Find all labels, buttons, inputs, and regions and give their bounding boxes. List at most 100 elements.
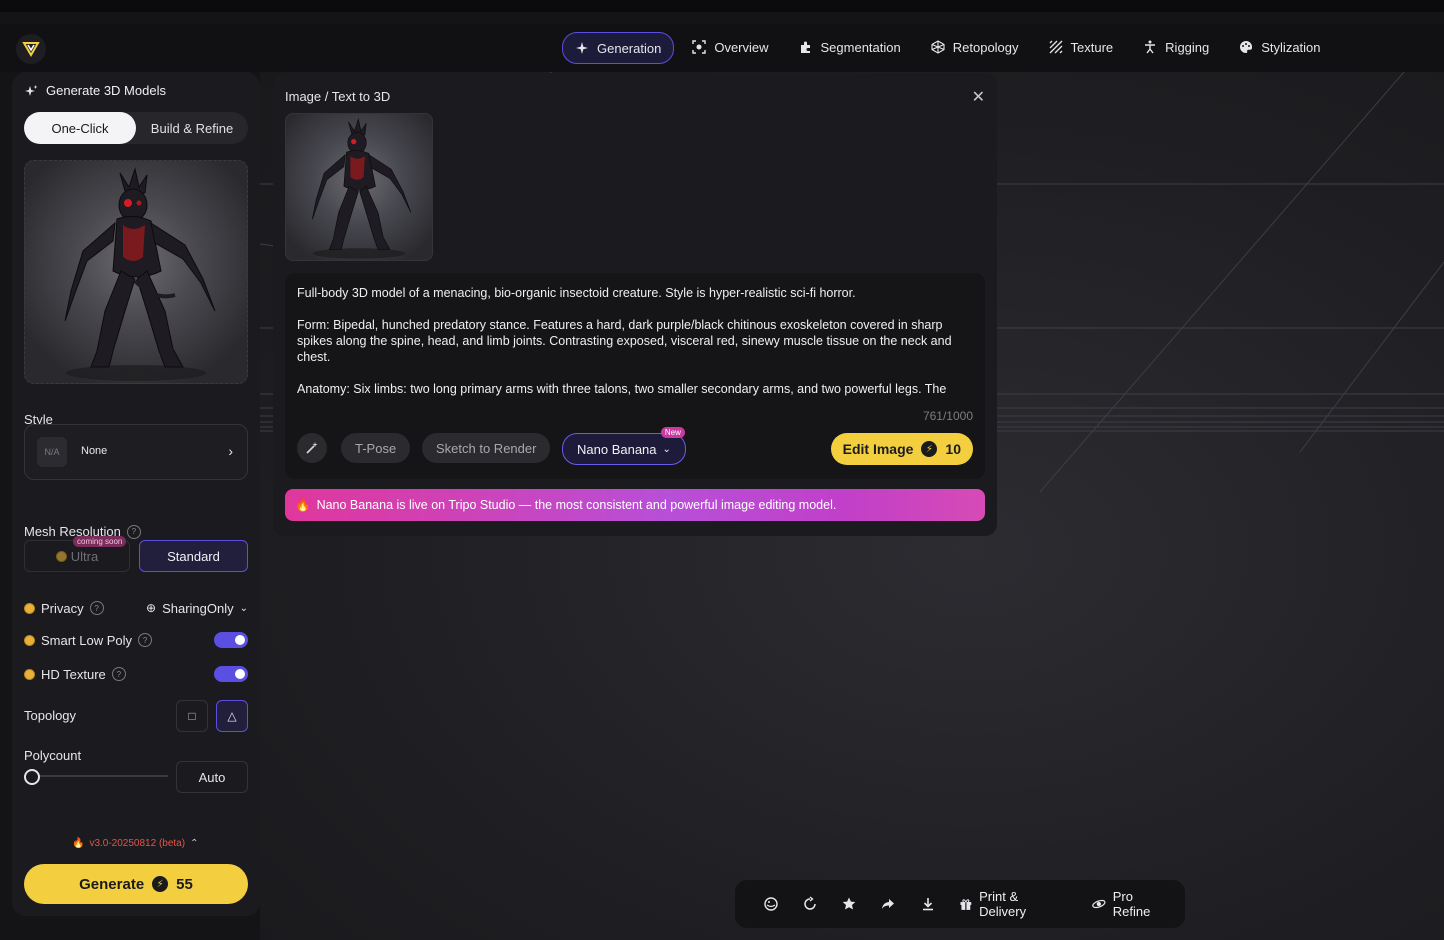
help-icon[interactable]: ? (89, 601, 104, 615)
nav-retopology[interactable]: Retopology (919, 32, 1031, 62)
tpose-button[interactable]: T-Pose (341, 433, 411, 463)
nav-overview[interactable]: Overview (680, 32, 780, 62)
style-value: None (81, 445, 108, 457)
print-delivery-button[interactable]: Print & Delivery (947, 880, 1079, 928)
hd-texture-toggle[interactable] (214, 666, 248, 682)
nav-segmentation-label: Segmentation (820, 39, 901, 55)
pro-refine-icon (1092, 899, 1106, 909)
polycount-slider-thumb[interactable] (24, 769, 40, 785)
nav-texture[interactable]: Texture (1037, 32, 1126, 62)
style-thumbnail: N/A (37, 437, 67, 467)
nav-retopology-label: Retopology (952, 39, 1019, 55)
smart-low-poly-row: Smart Low Poly ? (24, 630, 248, 650)
nav-stylization[interactable]: Stylization (1227, 32, 1332, 62)
scan-icon (692, 40, 707, 54)
nav-overview-label: Overview (714, 39, 769, 55)
coin-icon (24, 634, 35, 646)
hd-texture-row: HD Texture ? (24, 664, 248, 684)
palette-icon (1240, 40, 1253, 53)
announcement-banner[interactable]: 🔥 Nano Banana is live on Tripo Studio — … (285, 489, 985, 521)
mode-tabs: One-Click Build & Refine (24, 112, 248, 144)
polycount-input[interactable]: Auto (176, 761, 248, 793)
nav-rigging[interactable]: Rigging (1131, 32, 1221, 62)
pro-refine-label: Pro Refine (1112, 889, 1151, 919)
creature-image (311, 118, 412, 259)
material-view-button[interactable] (751, 880, 790, 928)
generate-button[interactable]: Generate ⚡ 55 (24, 864, 248, 904)
nano-banana-dropdown[interactable]: Nano Banana ⌄ New (562, 427, 686, 465)
input-image-preview[interactable] (24, 160, 248, 384)
favorite-button[interactable] (830, 880, 869, 928)
coin-icon (24, 668, 35, 680)
help-icon[interactable]: ? (138, 633, 153, 647)
topology-triangle-button[interactable]: △ (216, 700, 248, 732)
close-icon[interactable]: ✕ (972, 87, 985, 107)
help-icon[interactable]: ? (126, 524, 141, 539)
resolution-standard-button[interactable]: Standard (139, 540, 248, 572)
app-frame: Generation Overview Segmentation Retopol… (0, 0, 1444, 940)
polycount-label: Polycount (24, 748, 82, 763)
tab-build-refine[interactable]: Build & Refine (136, 112, 248, 144)
chevron-up-icon: ⌃ (190, 838, 199, 849)
prompt-text[interactable]: Full-body 3D model of a menacing, bio-or… (297, 285, 967, 401)
coming-soon-badge: coming soon (73, 536, 127, 547)
share-arrow-icon (882, 899, 895, 909)
main-nav: Generation Overview Segmentation Retopol… (562, 32, 1333, 64)
resolution-ultra-label: Ultra (70, 548, 99, 564)
chevron-right-icon: › (228, 443, 233, 459)
version-selector[interactable]: 🔥 v3.0-20250812 (beta) ⌃ (72, 838, 198, 849)
nav-segmentation[interactable]: Segmentation (787, 32, 913, 62)
polycount-slider-track[interactable] (32, 775, 168, 777)
coin-icon (55, 550, 67, 562)
edit-image-label: Edit Image (842, 441, 914, 457)
pro-refine-button[interactable]: Pro Refine (1079, 880, 1185, 928)
creature-image (64, 167, 216, 381)
style-selector[interactable]: N/A None › (24, 424, 248, 480)
gift-icon (960, 899, 972, 910)
generate-label: Generate (79, 875, 145, 893)
share-button[interactable] (869, 880, 908, 928)
hd-texture-label: HD Texture (41, 666, 106, 682)
prompt-toolbar: T-Pose Sketch to Render Nano Banana ⌄ Ne… (297, 427, 973, 465)
panel-title: Generate 3D Models (24, 83, 166, 98)
logo-icon (22, 42, 40, 57)
smart-low-poly-label: Smart Low Poly (41, 632, 133, 648)
app-logo[interactable] (16, 34, 46, 64)
edit-image-cost: 10 (945, 441, 961, 457)
texture-icon (1049, 40, 1062, 54)
triangle-icon: △ (227, 709, 237, 723)
nav-generation[interactable]: Generation (562, 32, 675, 64)
figure-icon (1145, 40, 1156, 54)
privacy-row: Privacy ? ⊕ SharingOnly ⌄ (24, 598, 248, 618)
download-icon (922, 898, 933, 911)
top-navbar: Generation Overview Segmentation Retopol… (0, 24, 1444, 72)
panel-title-text: Generate 3D Models (46, 83, 166, 98)
bottom-toolbar: Print & Delivery Pro Refine (735, 880, 1185, 928)
edit-image-button[interactable]: Edit Image ⚡ 10 (830, 433, 973, 465)
help-icon[interactable]: ? (111, 667, 126, 681)
prompt-textarea[interactable]: Full-body 3D model of a menacing, bio-or… (285, 273, 985, 479)
topology-label: Topology (24, 708, 77, 723)
character-counter: 761/1000 (922, 409, 973, 423)
bolt-icon: ⚡ (921, 441, 938, 457)
sparkle-icon (576, 42, 588, 54)
rotate-view-button[interactable] (790, 880, 829, 928)
chevron-down-icon: ⌄ (662, 443, 671, 455)
tab-one-click[interactable]: One-Click (24, 112, 136, 144)
topology-quad-button[interactable]: □ (176, 700, 208, 732)
sketch-to-render-button[interactable]: Sketch to Render (422, 433, 551, 463)
sparkle-icon (25, 84, 38, 96)
sphere-icon (763, 897, 778, 911)
nav-generation-label: Generation (597, 40, 662, 56)
puzzle-icon (800, 41, 810, 53)
square-icon: □ (188, 709, 196, 723)
bolt-icon: ⚡ (152, 876, 169, 892)
privacy-label: Privacy (41, 600, 84, 616)
magic-wand-button[interactable] (297, 433, 327, 463)
nano-banana-label: Nano Banana (577, 441, 657, 457)
privacy-dropdown[interactable]: ⊕ SharingOnly ⌄ (146, 601, 248, 616)
smart-low-poly-toggle[interactable] (214, 632, 248, 648)
nav-texture-label: Texture (1070, 39, 1114, 55)
uploaded-image-thumbnail[interactable] (285, 113, 433, 261)
download-button[interactable] (908, 880, 947, 928)
